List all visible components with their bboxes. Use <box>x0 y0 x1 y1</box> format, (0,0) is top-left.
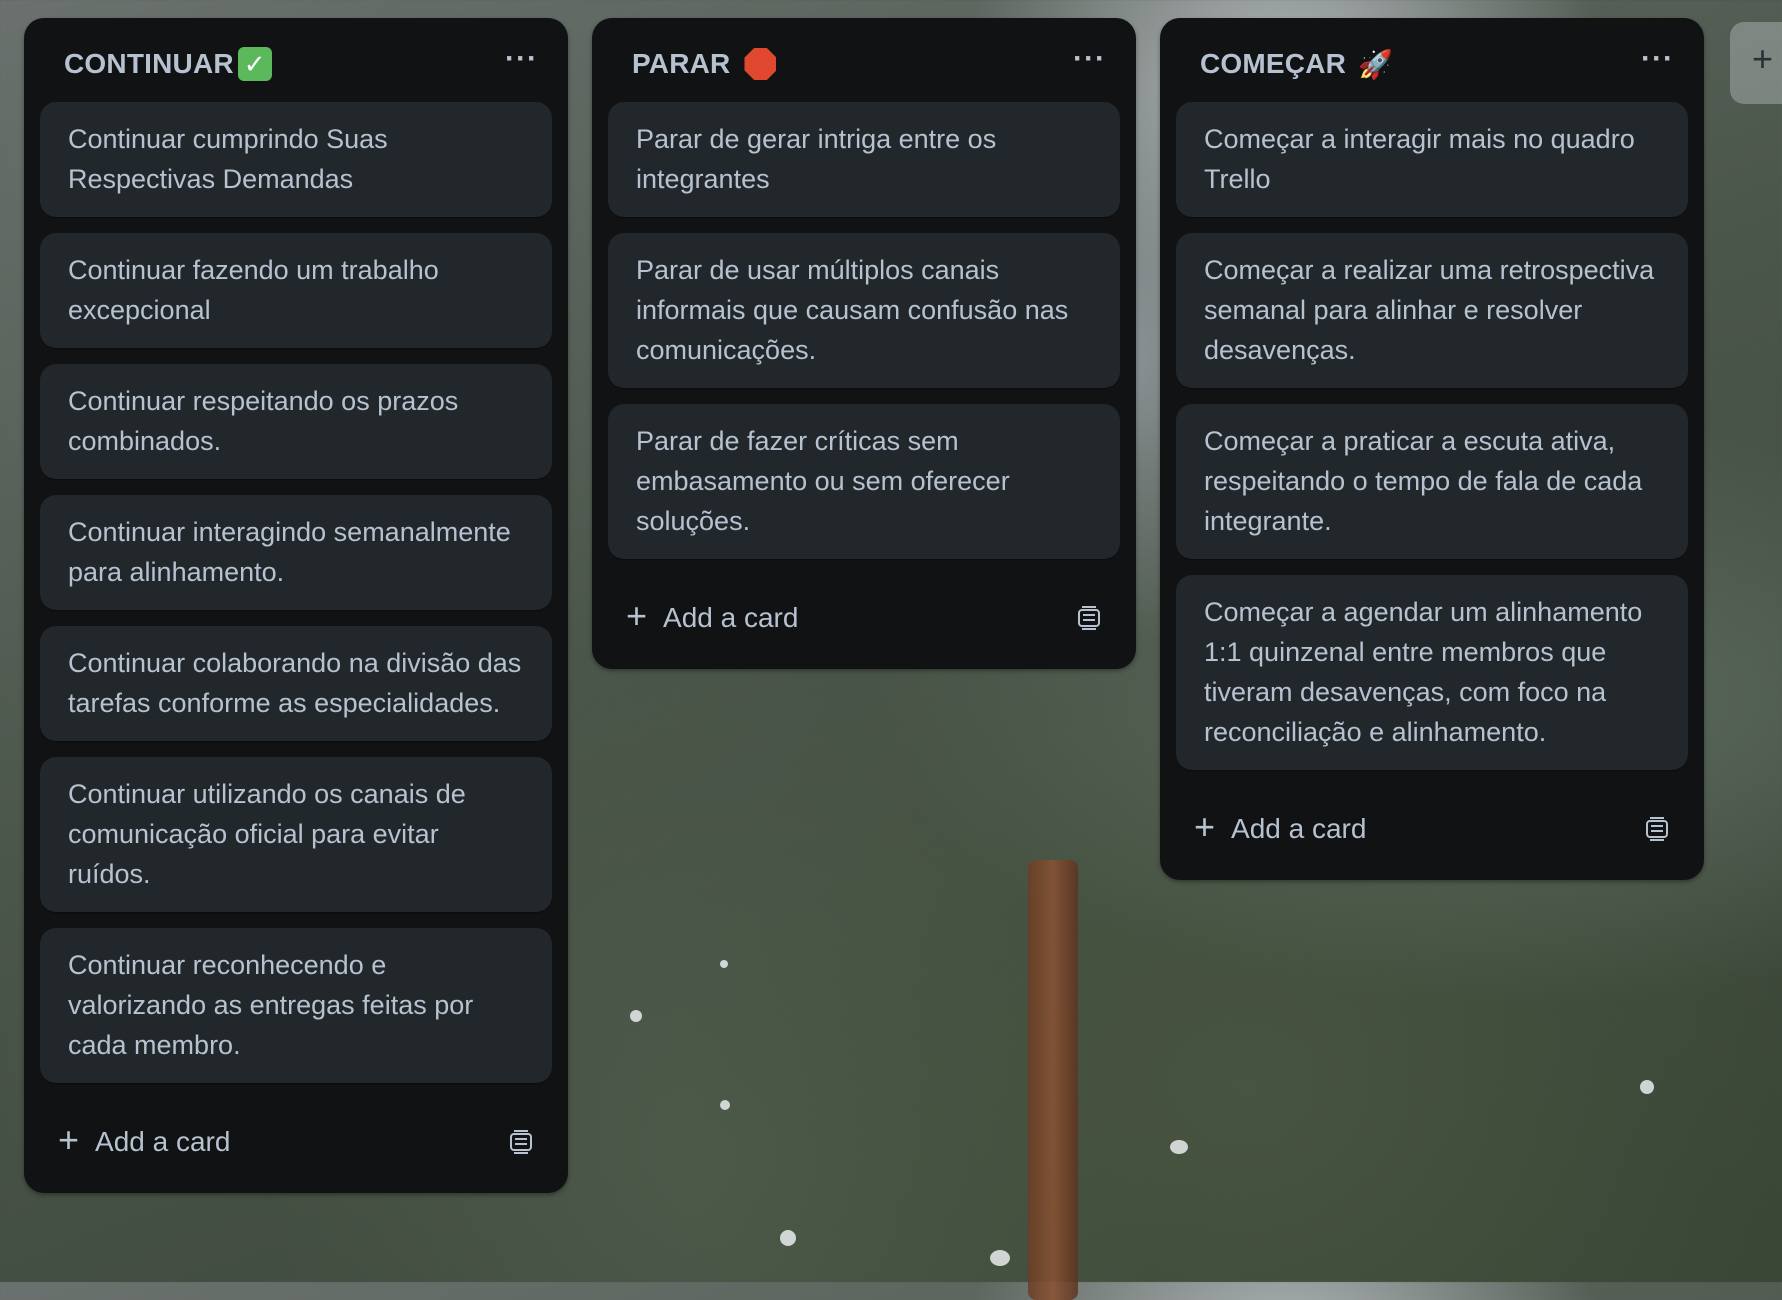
plus-icon: + <box>58 1119 80 1160</box>
background-snowflake <box>780 1230 796 1246</box>
plus-icon: + <box>1194 806 1216 847</box>
add-card-button[interactable]: + Add a card <box>1194 809 1367 845</box>
add-card-label: Add a card <box>95 1126 231 1157</box>
rocket-emoji-icon: 🚀 <box>1358 48 1394 80</box>
card-list: Continuar cumprindo Suas Respectivas Dem… <box>24 102 568 1083</box>
list-menu-icon[interactable]: ··· <box>1073 44 1106 74</box>
card[interactable]: Começar a interagir mais no quadro Trell… <box>1176 102 1688 217</box>
add-card-button[interactable]: + Add a card <box>626 598 799 634</box>
card[interactable]: Parar de fazer críticas sem embasamento … <box>608 404 1120 559</box>
background-snowflake <box>1170 1140 1188 1154</box>
background-snowflake <box>720 1100 730 1110</box>
card-list: Parar de gerar intriga entre os integran… <box>592 102 1136 559</box>
list-menu-icon[interactable]: ··· <box>505 44 538 74</box>
list-menu-icon[interactable]: ··· <box>1641 44 1674 74</box>
add-card-label: Add a card <box>1231 813 1367 844</box>
list-title-text: PARAR <box>632 48 731 79</box>
card[interactable]: Continuar cumprindo Suas Respectivas Dem… <box>40 102 552 217</box>
card[interactable]: Continuar reconhecendo e valorizando as … <box>40 928 552 1083</box>
create-from-template-icon[interactable] <box>508 1129 534 1155</box>
card[interactable]: Continuar utilizando os canais de comuni… <box>40 757 552 912</box>
add-card-button[interactable]: + Add a card <box>58 1122 231 1158</box>
check-mark-button-emoji-icon: ✓ <box>237 47 272 81</box>
add-card-label: Add a card <box>663 602 799 633</box>
card[interactable]: Continuar fazendo um trabalho excepciona… <box>40 233 552 348</box>
list-header: COMEÇAR 🚀 ··· <box>1160 18 1704 102</box>
card[interactable]: Parar de gerar intriga entre os integran… <box>608 102 1120 217</box>
list-continuar: CONTINUAR ✓ ··· Continuar cumprindo Suas… <box>24 18 568 1193</box>
create-from-template-icon[interactable] <box>1076 605 1102 631</box>
background-tree-trunk <box>1028 860 1078 1300</box>
card[interactable]: Começar a praticar a escuta ativa, respe… <box>1176 404 1688 559</box>
background-snowflake <box>990 1250 1010 1266</box>
plus-icon: + <box>1752 38 1774 79</box>
background-snowflake <box>1640 1080 1654 1094</box>
list-comecar: COMEÇAR 🚀 ··· Começar a interagir mais n… <box>1160 18 1704 880</box>
card[interactable]: Começar a realizar uma retrospectiva sem… <box>1176 233 1688 388</box>
list-title[interactable]: CONTINUAR ✓ <box>64 47 272 81</box>
list-title[interactable]: PARAR <box>632 48 777 80</box>
list-parar: PARAR ··· Parar de gerar intriga entre o… <box>592 18 1136 669</box>
card[interactable]: Continuar respeitando os prazos combinad… <box>40 364 552 479</box>
card[interactable]: Começar a agendar um alinhamento 1:1 qui… <box>1176 575 1688 770</box>
add-card-row: + Add a card <box>24 1099 568 1193</box>
card[interactable]: Continuar interagindo semanalmente para … <box>40 495 552 610</box>
plus-icon: + <box>626 595 648 636</box>
add-card-row: + Add a card <box>592 575 1136 669</box>
background-snowflake <box>630 1010 642 1022</box>
card[interactable]: Continuar colaborando na divisão das tar… <box>40 626 552 741</box>
list-header: PARAR ··· <box>592 18 1136 102</box>
background-snowflake <box>720 960 728 968</box>
stop-sign-emoji-icon <box>744 48 777 80</box>
create-from-template-icon[interactable] <box>1644 816 1670 842</box>
list-title-text: CONTINUAR <box>64 48 234 79</box>
add-list-button[interactable]: + <box>1730 22 1782 104</box>
card[interactable]: Parar de usar múltiplos canais informais… <box>608 233 1120 388</box>
list-title[interactable]: COMEÇAR 🚀 <box>1200 48 1393 81</box>
add-card-row: + Add a card <box>1160 786 1704 880</box>
list-header: CONTINUAR ✓ ··· <box>24 18 568 102</box>
list-title-text: COMEÇAR <box>1200 48 1347 79</box>
card-list: Começar a interagir mais no quadro Trell… <box>1160 102 1704 770</box>
